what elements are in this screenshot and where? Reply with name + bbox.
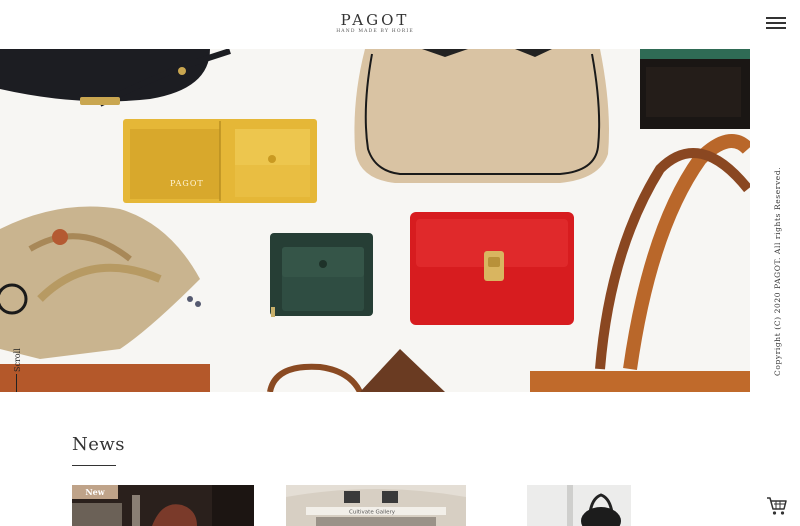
new-badge: New xyxy=(72,485,118,499)
news-card[interactable]: Cultivate Gallery xyxy=(286,485,466,526)
copyright-text: Copyright (C) 2020 PAGOT. All rights Res… xyxy=(773,166,782,376)
gallery-sign: Cultivate Gallery xyxy=(349,510,396,516)
site-tagline: HAND MADE BY HORIE xyxy=(336,29,414,34)
hamburger-menu-icon[interactable] xyxy=(766,16,786,30)
news-card-image xyxy=(527,485,631,526)
news-card[interactable] xyxy=(527,485,631,526)
site-logo[interactable]: PAGOT xyxy=(0,11,750,29)
scroll-label: Scroll xyxy=(13,348,22,372)
news-heading-underline xyxy=(72,465,116,466)
cart-icon[interactable] xyxy=(766,496,788,516)
hero-image: PAGOT xyxy=(0,49,750,392)
scroll-line xyxy=(16,374,17,392)
scroll-indicator[interactable]: Scroll xyxy=(10,340,24,374)
news-heading: News xyxy=(72,434,126,455)
news-card-image: Cultivate Gallery xyxy=(286,485,466,526)
news-card[interactable]: New xyxy=(72,485,254,526)
wallet-stamp: PAGOT xyxy=(170,179,204,188)
copyright-note: Copyright (C) 2020 PAGOT. All rights Res… xyxy=(771,167,785,376)
site-header: PAGOT HAND MADE BY HORIE xyxy=(0,0,800,48)
